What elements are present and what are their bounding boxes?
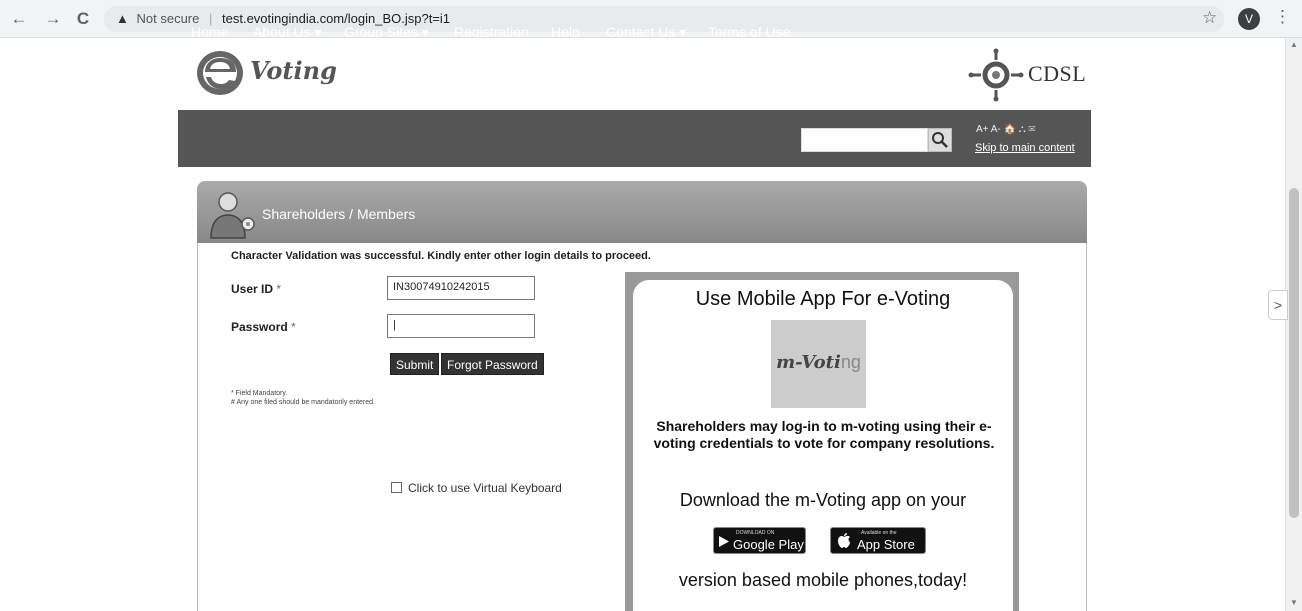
- nav-registration[interactable]: Registration: [454, 24, 529, 40]
- scroll-down-icon[interactable]: ▼: [1290, 598, 1298, 607]
- submit-button[interactable]: Submit: [390, 353, 440, 375]
- main-navbar: [178, 110, 1091, 167]
- m-voting-logo-main: m-Voti: [776, 352, 841, 373]
- nav-home[interactable]: Home: [191, 24, 228, 40]
- password-label: Password *: [231, 320, 296, 334]
- mandatory-note: * Field Mandatory.: [231, 390, 288, 397]
- google-play-text: Google Play: [733, 537, 804, 552]
- user-id-label: User ID *: [231, 282, 281, 296]
- side-panel-toggle[interactable]: >: [1268, 290, 1288, 320]
- reload-button[interactable]: C: [72, 8, 94, 30]
- promo-title: Use Mobile App For e-Voting: [695, 288, 951, 310]
- panel-title: Shareholders / Members: [262, 206, 416, 222]
- search-button[interactable]: [928, 128, 952, 152]
- nav-about-us[interactable]: About Us ▾: [253, 24, 322, 41]
- nav-terms-of-use[interactable]: Terms of Use: [708, 24, 790, 40]
- google-play-small-text: DOWNLOAD ON: [736, 530, 775, 536]
- search-icon: [932, 132, 948, 148]
- not-secure-label: Not secure: [136, 11, 200, 26]
- virtual-keyboard-label: Click to use Virtual Keyboard: [408, 481, 562, 495]
- browser-menu-icon[interactable]: ⋮: [1274, 7, 1291, 27]
- promo-description: Shareholders may log-in to m-voting usin…: [653, 418, 995, 451]
- nav-contact-us[interactable]: Contact Us ▾: [606, 24, 686, 41]
- any-one-field-note: # Any one filed should be mandatorily en…: [231, 399, 375, 406]
- warning-icon: ▲: [116, 11, 129, 26]
- virtual-keyboard-option[interactable]: Click to use Virtual Keyboard: [391, 481, 562, 495]
- user-key-icon: [210, 192, 255, 239]
- user-id-label-text: User ID: [231, 282, 274, 296]
- virtual-keyboard-checkbox[interactable]: [391, 482, 402, 493]
- google-play-button[interactable]: DOWNLOAD ON Google Play: [713, 527, 806, 554]
- forward-button[interactable]: →: [42, 8, 64, 30]
- m-voting-logo-tail: ng: [840, 352, 861, 372]
- voting-logo-text: Voting: [250, 56, 337, 85]
- app-store-small-text: Available on the: [861, 530, 897, 536]
- password-label-text: Password: [231, 320, 288, 334]
- profile-avatar[interactable]: V: [1238, 8, 1260, 30]
- bookmark-star-icon[interactable]: ☆: [1202, 8, 1217, 28]
- evoting-logo-icon: [197, 51, 243, 95]
- required-mark: *: [276, 282, 282, 296]
- app-store-text: App Store: [857, 537, 915, 552]
- scroll-up-icon[interactable]: ▲: [1290, 40, 1298, 49]
- search-input[interactable]: [801, 128, 928, 152]
- version-text: version based mobile phones,today!: [678, 570, 968, 590]
- nav-group-sites[interactable]: Group Sites ▾: [344, 24, 429, 41]
- required-mark: *: [291, 320, 296, 334]
- validation-message: Character Validation was successful. Kin…: [231, 250, 651, 262]
- user-id-field[interactable]: IN30074910242015: [387, 276, 535, 300]
- cdsl-logo-icon: [968, 48, 1024, 102]
- accessibility-tools[interactable]: A+ A- 🏠 ⛬ ✉: [976, 124, 1035, 135]
- google-play-icon: [719, 536, 729, 547]
- m-voting-logo-text: m-Voting: [771, 352, 866, 373]
- nav-help[interactable]: Help: [551, 24, 580, 40]
- password-field[interactable]: |: [387, 314, 535, 338]
- page-scrollbar[interactable]: ▲ ▼: [1285, 38, 1302, 611]
- skip-to-main-link[interactable]: Skip to main content: [975, 142, 1075, 154]
- back-button[interactable]: ←: [8, 8, 30, 30]
- cdsl-brand-text: CDSL: [1028, 61, 1087, 86]
- app-store-button[interactable]: Available on the App Store: [830, 527, 926, 554]
- scroll-thumb[interactable]: [1289, 188, 1299, 518]
- apple-icon: [838, 533, 850, 548]
- download-text: Download the m-Voting app on your: [679, 490, 967, 510]
- forgot-password-button[interactable]: Forgot Password: [441, 353, 544, 375]
